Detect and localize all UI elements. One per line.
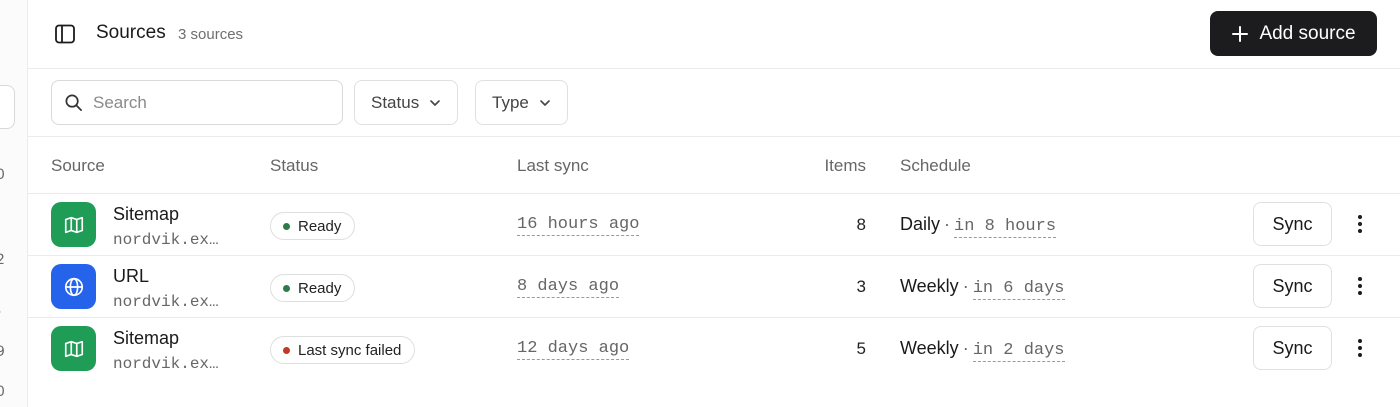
rail-number: - <box>0 304 1 320</box>
search-input[interactable] <box>93 92 323 113</box>
more-vertical-icon <box>1358 339 1362 357</box>
schedule-frequency: Daily <box>900 214 941 234</box>
map-icon <box>64 340 83 357</box>
source-name[interactable]: Sitemap <box>113 328 179 349</box>
status-dot <box>283 346 290 354</box>
type-filter-label: Type <box>492 92 529 112</box>
sitemap-source-icon <box>51 326 96 371</box>
source-name[interactable]: Sitemap <box>113 204 179 225</box>
url-source-icon <box>51 264 96 309</box>
type-filter-button[interactable]: Type <box>475 80 568 125</box>
sitemap-source-icon <box>51 202 96 247</box>
column-header-status[interactable]: Status <box>270 156 318 176</box>
schedule-separator: · <box>962 276 969 296</box>
filter-toolbar: Status Type <box>28 69 1400 137</box>
rail-input[interactable] <box>0 85 15 129</box>
rail-number: 9 <box>0 344 5 360</box>
status-label: Ready <box>298 279 342 297</box>
table-row[interactable]: URL nordvik.ex… Ready 8 days ago 3 Weekl… <box>28 256 1400 318</box>
source-name[interactable]: URL <box>113 266 149 287</box>
column-header-source[interactable]: Source <box>51 156 105 176</box>
status-badge: Last sync failed <box>270 336 416 364</box>
last-sync-time: 16 hours ago <box>517 215 640 236</box>
globe-icon <box>64 277 83 296</box>
page-header: Sources 3 sources Add source <box>28 0 1400 69</box>
status-dot <box>283 284 290 292</box>
sync-button[interactable]: Sync <box>1253 326 1332 370</box>
sync-button[interactable]: Sync <box>1253 202 1332 246</box>
next-run-time: in 8 hours <box>954 217 1057 238</box>
search-icon <box>65 94 82 111</box>
item-count: 3 <box>856 277 866 296</box>
schedule-cell: Daily · in 8 hours <box>900 214 1057 238</box>
column-header-items[interactable]: Items <box>824 156 866 176</box>
status-filter-button[interactable]: Status <box>354 80 459 125</box>
item-count: 8 <box>856 215 866 234</box>
add-source-label: Add source <box>1259 22 1356 44</box>
source-count: 3 sources <box>178 26 244 43</box>
more-vertical-icon <box>1358 215 1362 233</box>
status-label: Ready <box>298 217 342 235</box>
next-run-time: in 6 days <box>972 279 1065 300</box>
page-title: Sources <box>96 22 166 43</box>
schedule-separator: · <box>944 214 951 234</box>
schedule-frequency: Weekly <box>900 276 959 296</box>
column-header-schedule[interactable]: Schedule <box>900 156 971 176</box>
status-filter-label: Status <box>371 92 420 112</box>
toggle-sidebar-button[interactable] <box>52 21 78 47</box>
schedule-cell: Weekly · in 6 days <box>900 276 1065 300</box>
chevron-down-icon <box>430 99 441 106</box>
row-actions-button[interactable] <box>1346 334 1374 362</box>
status-badge: Ready <box>270 212 356 240</box>
status-badge: Ready <box>270 274 356 302</box>
plus-icon <box>1232 25 1249 42</box>
table-row[interactable]: Sitemap nordvik.ex… Last sync failed 12 … <box>28 318 1400 380</box>
next-run-time: in 2 days <box>972 341 1065 362</box>
status-dot <box>283 222 290 230</box>
schedule-cell: Weekly · in 2 days <box>900 338 1065 362</box>
item-count: 5 <box>856 339 866 358</box>
sidebar-icon <box>55 24 75 44</box>
last-sync-time: 12 days ago <box>517 339 630 360</box>
schedule-separator: · <box>962 338 969 358</box>
last-sync-time: 8 days ago <box>517 277 620 298</box>
column-header-last-sync[interactable]: Last sync <box>517 156 589 176</box>
chevron-down-icon <box>540 99 550 106</box>
table-header: Source Status Last sync Items Schedule <box>28 137 1400 194</box>
sources-page: Sources 3 sources Add source Status Type… <box>28 0 1400 407</box>
source-url: nordvik.ex… <box>113 231 219 249</box>
status-label: Last sync failed <box>298 341 402 359</box>
source-url: nordvik.ex… <box>113 355 219 373</box>
sync-button[interactable]: Sync <box>1253 264 1332 308</box>
add-source-button[interactable]: Add source <box>1210 11 1377 56</box>
map-icon <box>64 216 83 233</box>
row-actions-button[interactable] <box>1346 272 1374 300</box>
table-row[interactable]: Sitemap nordvik.ex… Ready 16 hours ago 8… <box>28 194 1400 256</box>
more-vertical-icon <box>1358 277 1362 295</box>
schedule-frequency: Weekly <box>900 338 959 358</box>
rail-number: 0 <box>0 167 5 183</box>
search-box[interactable] <box>51 80 343 125</box>
rail-number: 2 <box>0 252 5 268</box>
row-actions-button[interactable] <box>1346 210 1374 238</box>
rail-number: 0 <box>0 384 5 400</box>
left-rail: 0 2 - 9 0 <box>0 0 28 407</box>
source-url: nordvik.ex… <box>113 293 219 311</box>
